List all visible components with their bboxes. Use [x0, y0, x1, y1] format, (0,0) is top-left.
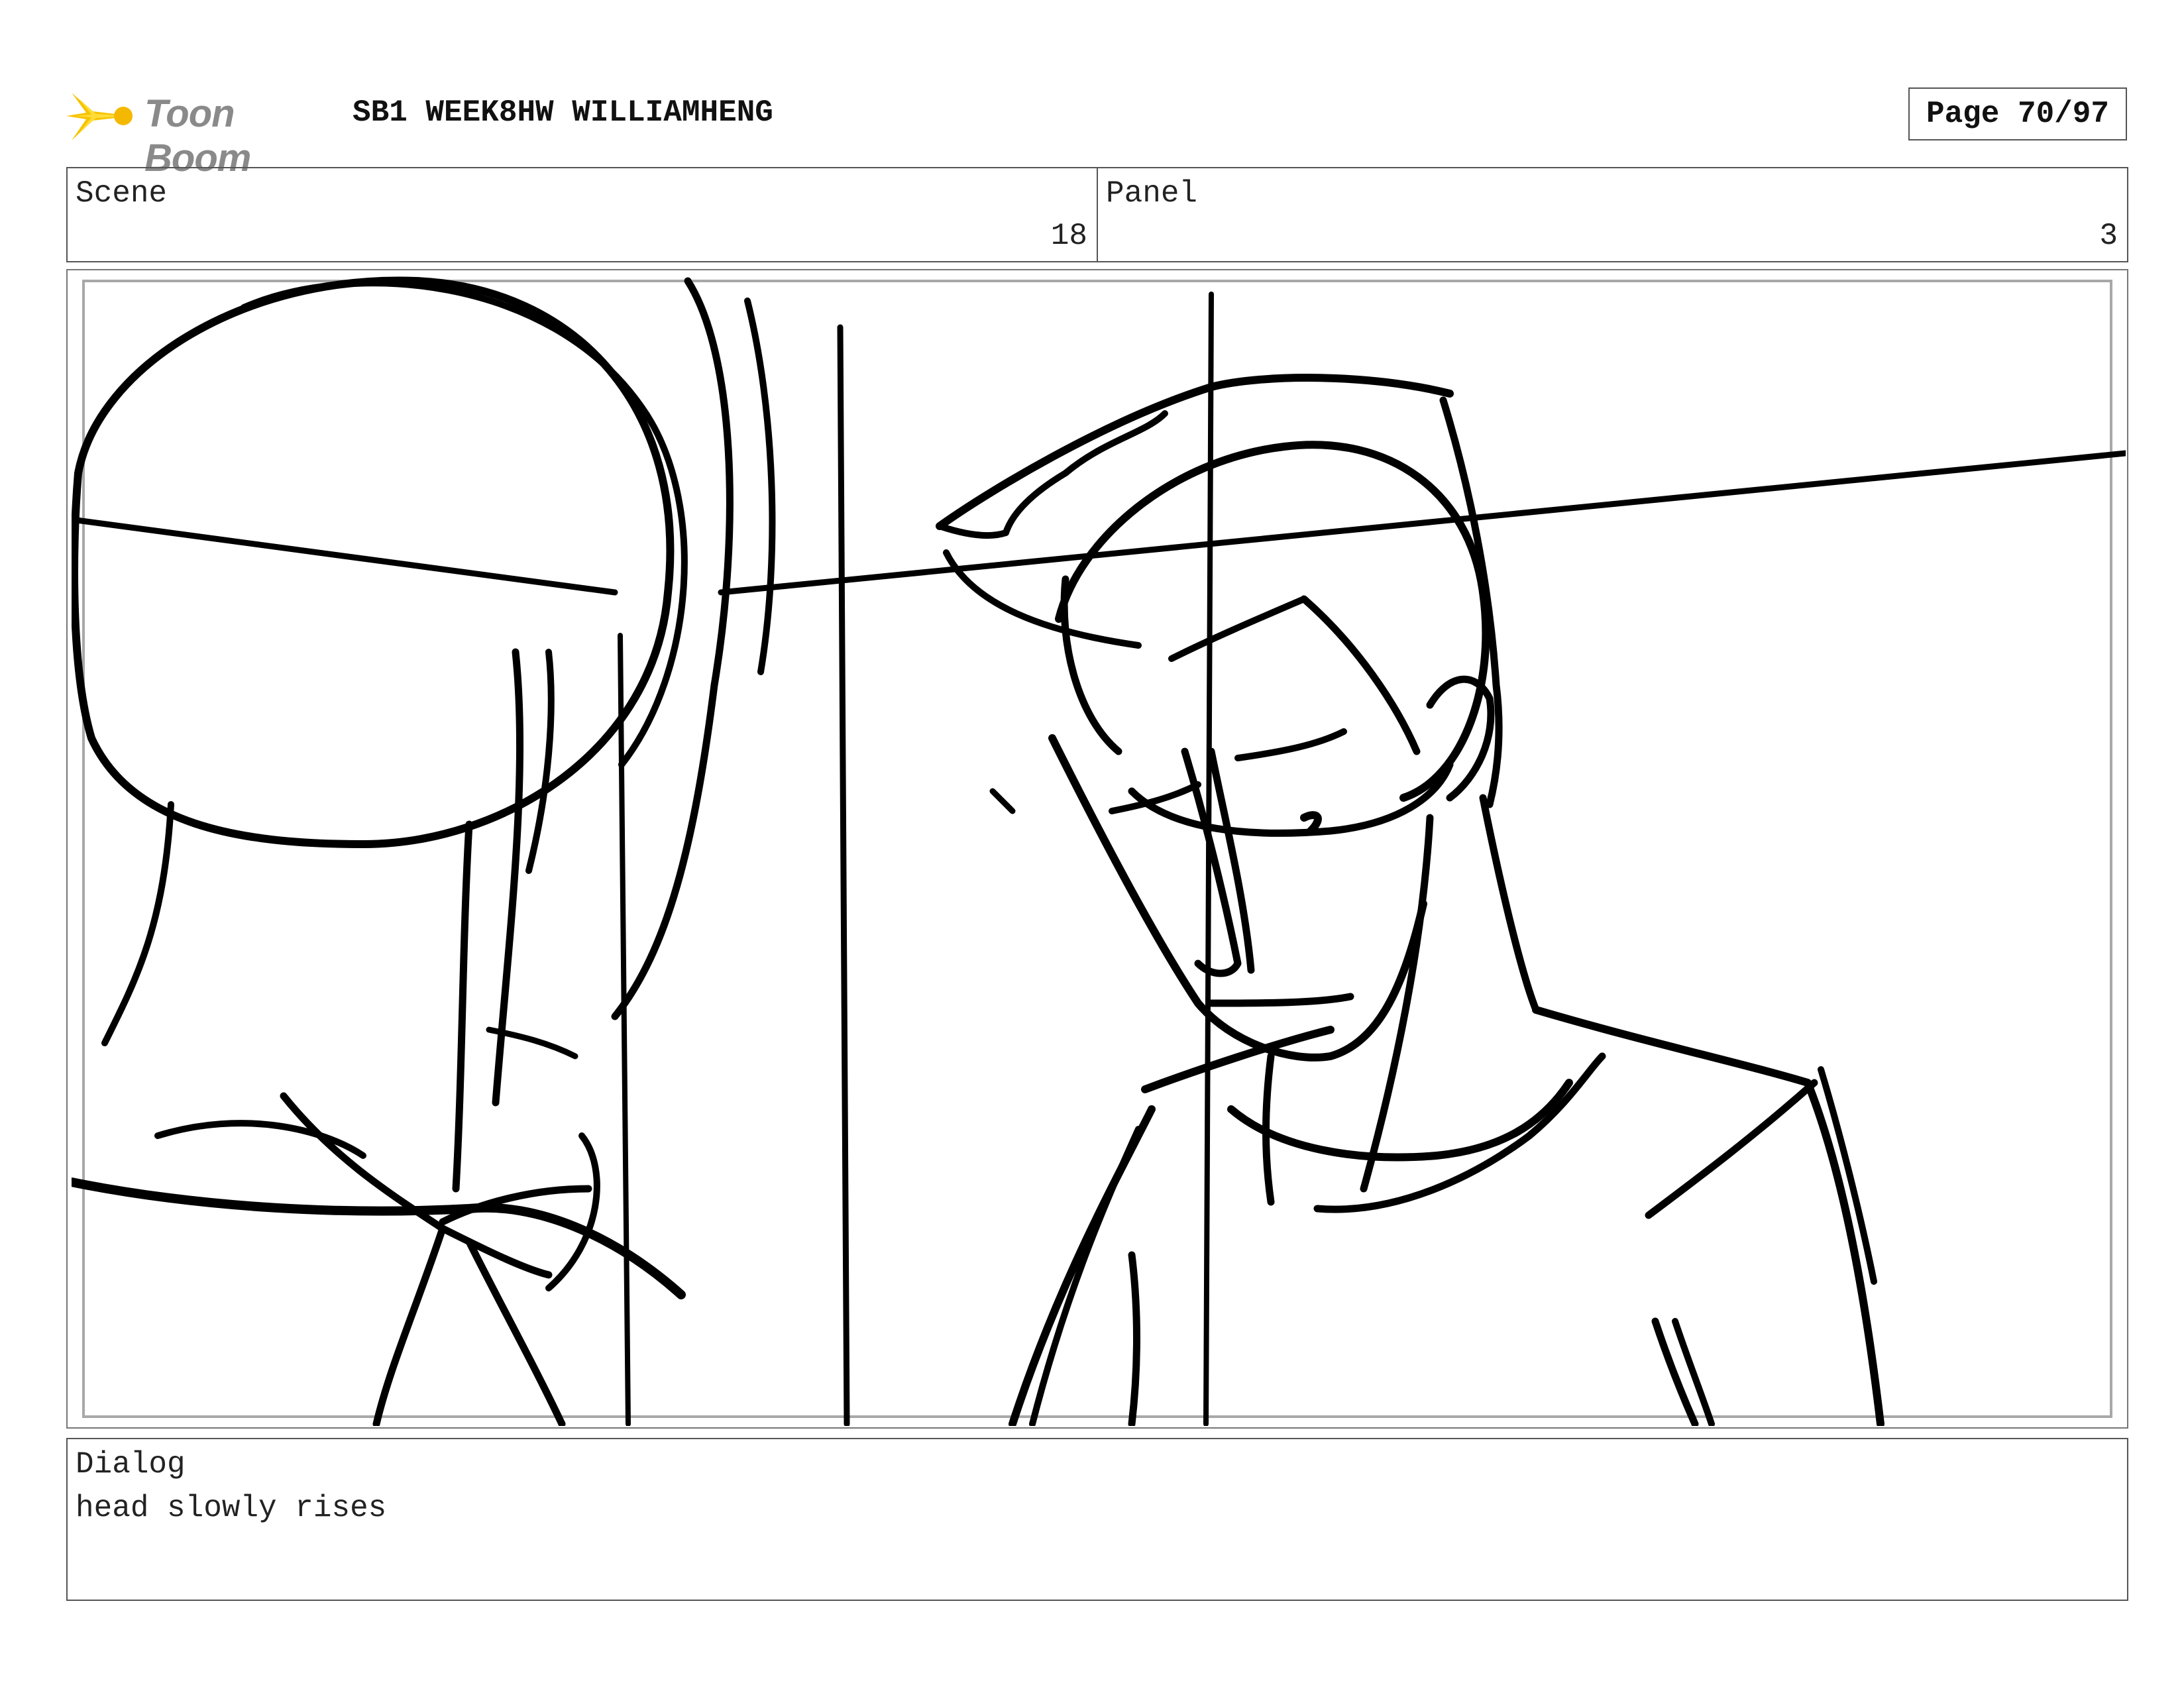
scene-value: 18 [1050, 219, 1087, 253]
left-neck-line-3 [525, 649, 555, 874]
right-neck-back [1479, 794, 1540, 1014]
right-eye-closed-right [1234, 728, 1347, 761]
scene-label: Scene [76, 176, 168, 211]
page-header: Toon Boom SB1 WEEK8HW WILLIAMHENG Page 7… [66, 73, 2127, 180]
right-arm-lower [1651, 1317, 1699, 1426]
project-title: SB1 WEEK8HW WILLIAMHENG [353, 95, 773, 130]
right-mouth [1207, 993, 1354, 1007]
panel-label: Panel [1106, 176, 1198, 211]
panel-sketch [72, 276, 2126, 1426]
storyboard-panel [66, 269, 2128, 1429]
left-neck-line [452, 820, 473, 1193]
right-collar-2 [1313, 1052, 1606, 1213]
right-brow [1168, 596, 1307, 662]
left-hair-strand-2 [744, 298, 776, 675]
left-lapel-2 [465, 1238, 566, 1426]
dialog-box: Dialog head slowly rises [66, 1438, 2128, 1601]
scene-panel-info: Scene 18 Panel 3 [66, 167, 2128, 262]
right-neck-right [1360, 814, 1434, 1193]
right-arm-lower-2 [1672, 1318, 1715, 1426]
right-shoulder-edge [1818, 1066, 1877, 1285]
toon-boom-logo: Toon Boom [66, 80, 331, 180]
left-shoulder-curve [545, 1132, 600, 1291]
left-collar [72, 1177, 686, 1299]
right-hair-back [1439, 396, 1503, 808]
left-tie-knot [280, 1092, 553, 1279]
right-eyeline [989, 788, 1016, 814]
right-nose-bridge [1300, 595, 1421, 755]
right-cheek-line [1060, 575, 1122, 755]
dialog-label: Dialog [76, 1447, 186, 1482]
page-number: Page 70/97 [1908, 87, 2127, 140]
dialog-text: head slowly rises [76, 1491, 387, 1525]
toon-boom-starburst-icon [66, 93, 133, 140]
panel-value: 3 [2099, 219, 2118, 253]
panel-cell: Panel 3 [1097, 168, 2127, 261]
right-torso-mark [1128, 1251, 1140, 1426]
left-lapel [372, 1225, 447, 1426]
center-vertical-line [837, 324, 850, 1426]
horizon-line-left [72, 516, 618, 596]
right-face-outline [1055, 441, 1490, 802]
scene-cell: Scene 18 [68, 168, 1097, 261]
right-arm-line [1645, 1079, 1818, 1219]
left-ear-line [101, 801, 174, 1046]
horizon-line-right [718, 450, 2126, 596]
